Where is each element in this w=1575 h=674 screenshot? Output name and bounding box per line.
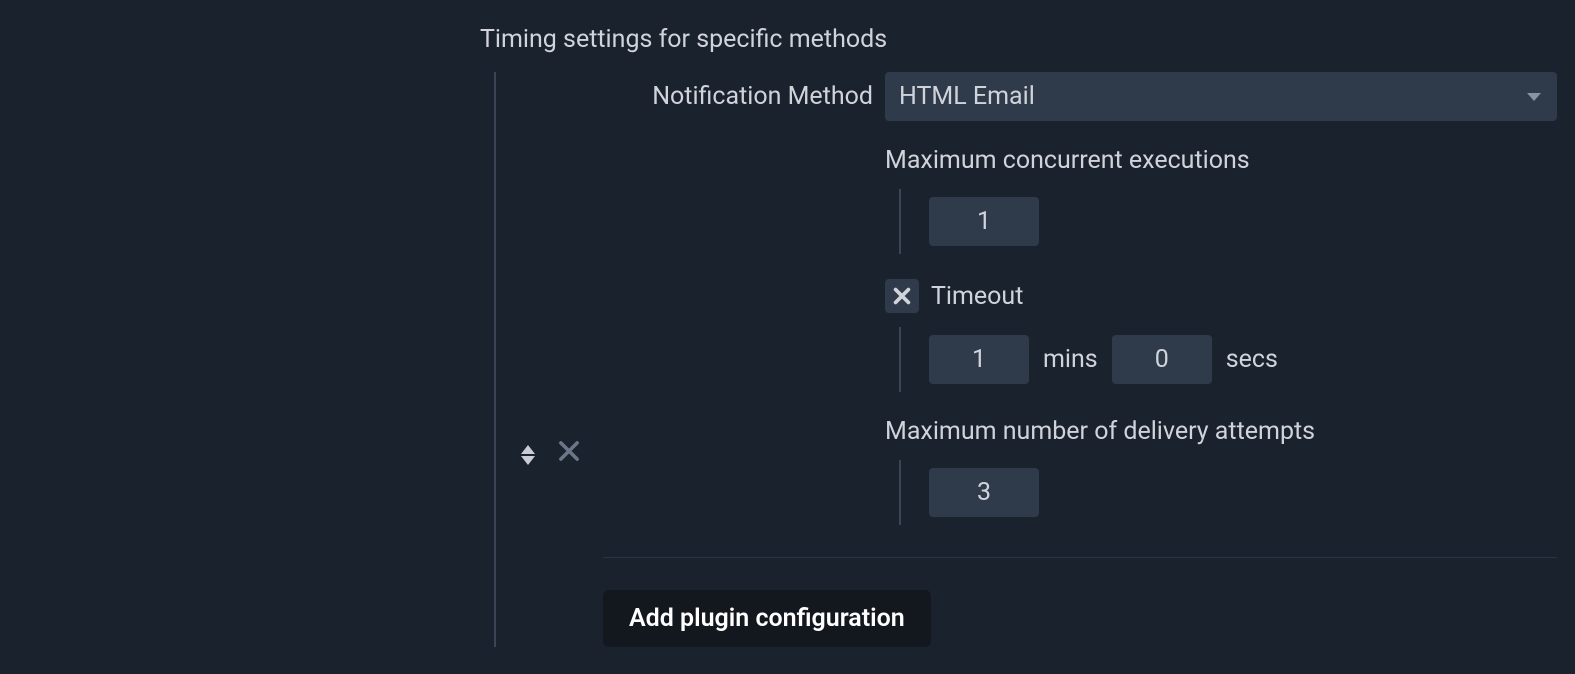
config-block: Notification Method Maximum concurrent e…: [494, 72, 1557, 647]
mins-unit-label: mins: [1043, 345, 1098, 374]
timeout-secs-input[interactable]: [1112, 335, 1212, 384]
check-icon: [891, 285, 913, 307]
max-concurrent-label: Maximum concurrent executions: [885, 146, 1557, 175]
notification-method-row: Notification Method: [603, 72, 1557, 121]
chevron-down-icon: [521, 456, 535, 465]
close-icon: [555, 437, 583, 465]
chevron-up-icon: [521, 445, 535, 454]
divider: [603, 557, 1557, 558]
section-title: Timing settings for specific methods: [480, 25, 1557, 54]
timeout-mins-input[interactable]: [929, 335, 1029, 384]
notification-method-label: Notification Method: [603, 82, 885, 111]
timeout-checkbox[interactable]: [885, 279, 919, 313]
notification-method-select[interactable]: [885, 72, 1557, 121]
timeout-section: Timeout mins secs: [885, 279, 1557, 392]
form-fields: Notification Method Maximum concurrent e…: [603, 72, 1557, 647]
timeout-label: Timeout: [931, 282, 1023, 311]
add-plugin-config-button[interactable]: Add plugin configuration: [603, 590, 931, 647]
max-attempts-label: Maximum number of delivery attempts: [885, 417, 1557, 446]
reorder-control[interactable]: [521, 445, 535, 465]
max-concurrent-input[interactable]: [929, 197, 1039, 246]
max-attempts-section: Maximum number of delivery attempts: [885, 417, 1557, 525]
secs-unit-label: secs: [1226, 345, 1278, 374]
remove-button[interactable]: [555, 437, 583, 472]
max-concurrent-section: Maximum concurrent executions: [885, 146, 1557, 254]
row-controls: [521, 72, 603, 647]
max-attempts-input[interactable]: [929, 468, 1039, 517]
